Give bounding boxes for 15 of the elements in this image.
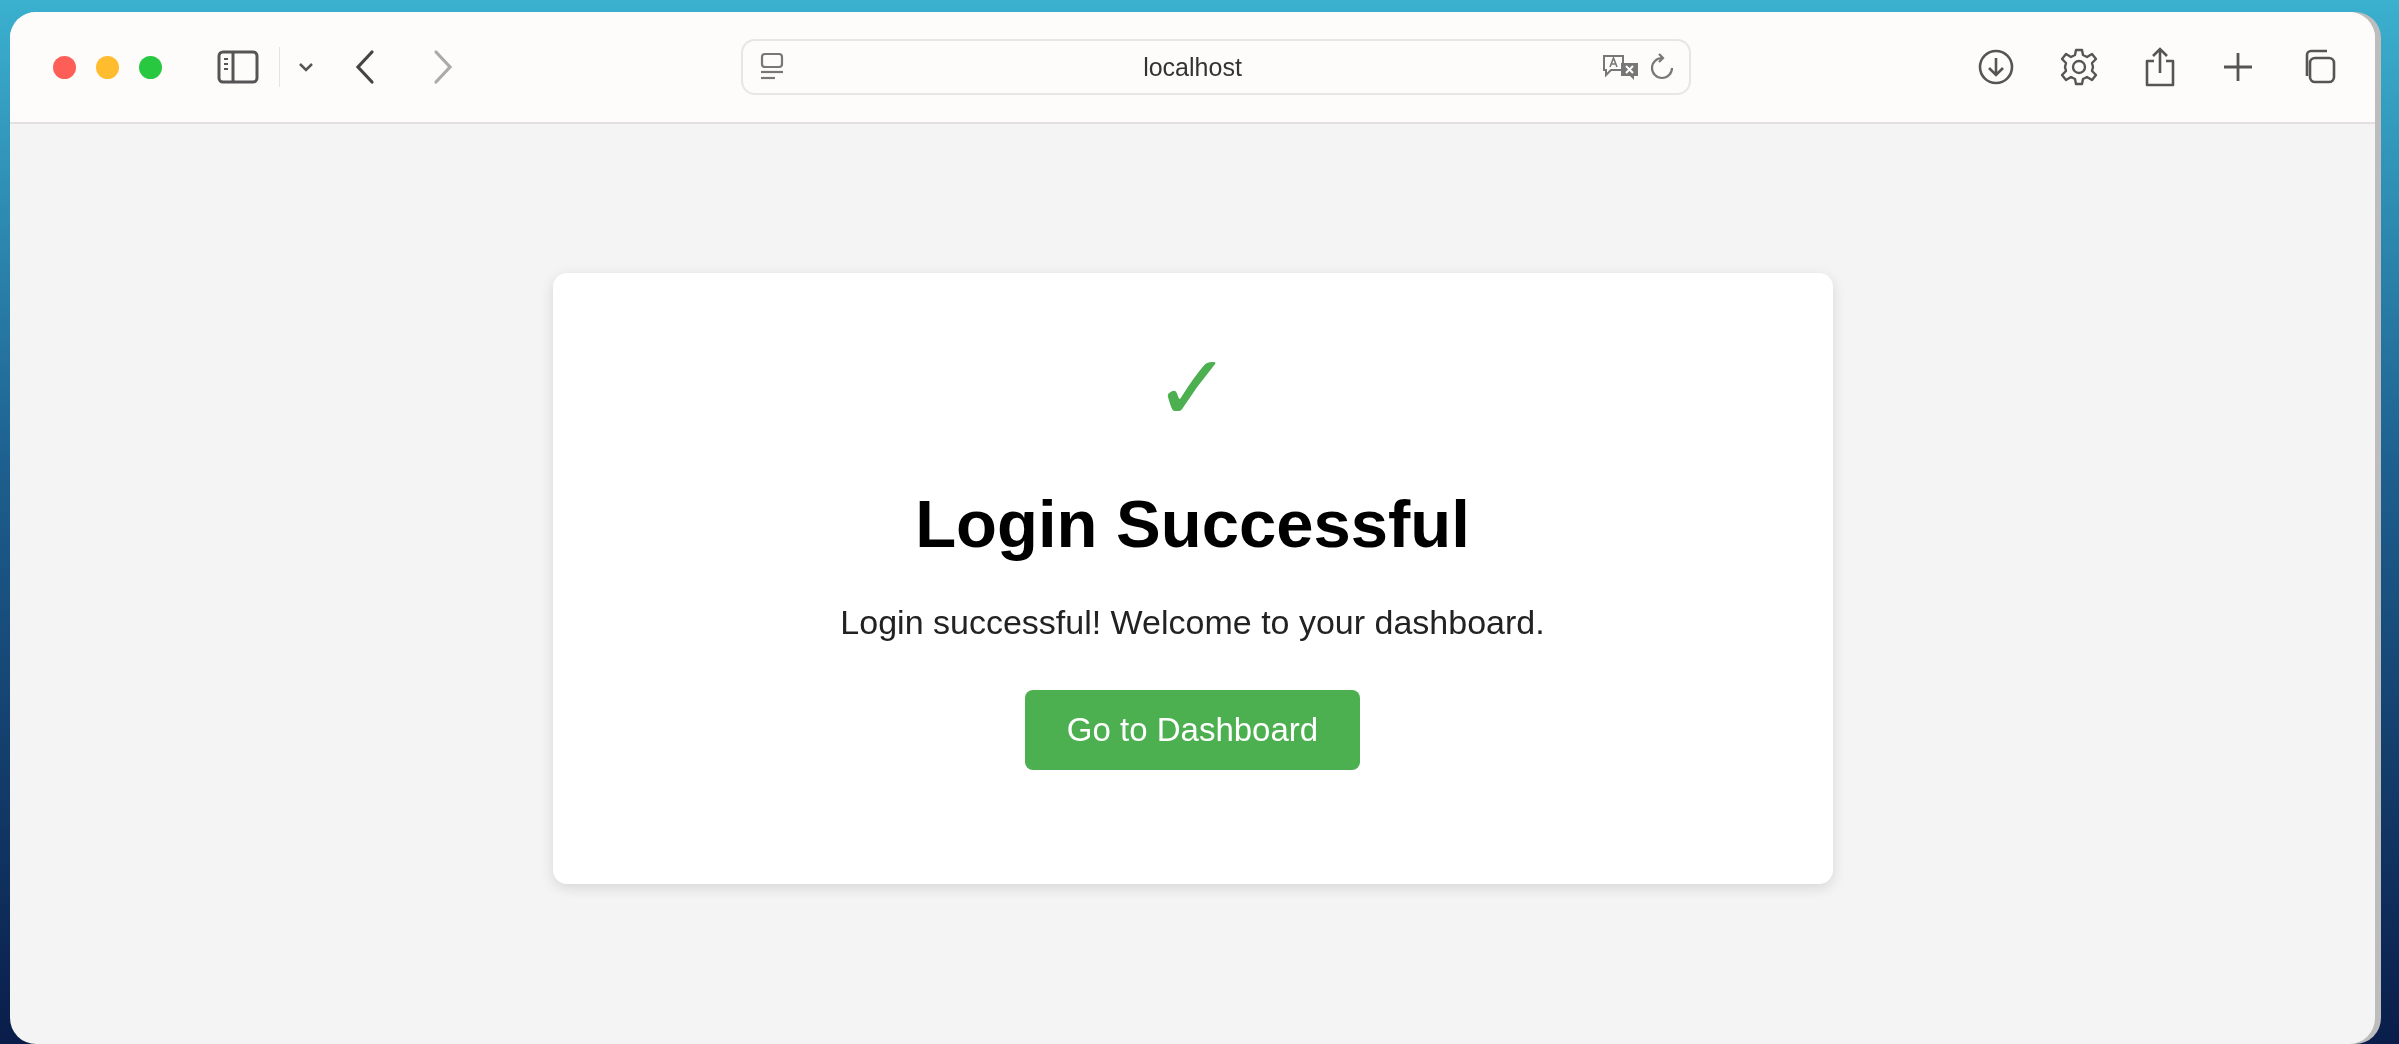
chevron-down-icon[interactable] [298, 62, 314, 72]
new-tab-icon[interactable] [2221, 50, 2255, 84]
checkmark-icon: ✓ [1154, 343, 1231, 435]
welcome-message: Login successful! Welcome to your dashboard. [840, 602, 1545, 642]
share-icon[interactable] [2143, 46, 2177, 88]
settings-icon[interactable] [2059, 47, 2099, 87]
address-bar[interactable]: localhost [740, 39, 1691, 95]
back-button[interactable] [354, 49, 376, 85]
close-button[interactable] [53, 55, 76, 79]
translate-icon[interactable] [1600, 53, 1641, 81]
page-icon[interactable] [758, 52, 785, 82]
reload-icon[interactable] [1648, 52, 1675, 82]
download-icon[interactable] [1977, 48, 2015, 86]
sidebar-icon[interactable] [217, 50, 259, 84]
card-title: Login Successful [915, 487, 1470, 561]
